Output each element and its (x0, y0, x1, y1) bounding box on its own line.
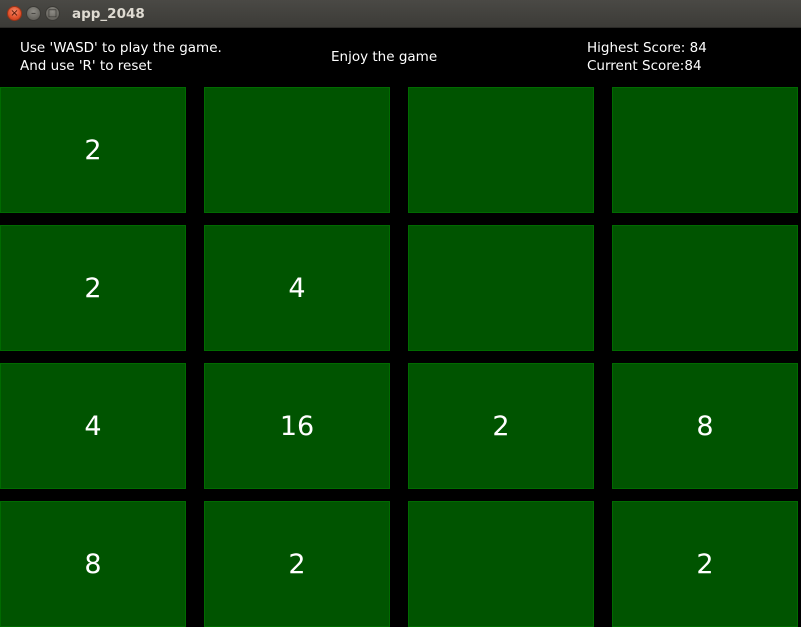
tile: 2 (204, 501, 390, 627)
tile: 2 (408, 363, 594, 489)
title-bar[interactable]: × – □ app_2048 (0, 0, 801, 28)
tile: 8 (0, 501, 186, 627)
tile (204, 87, 390, 213)
highest-score: Highest Score: 84 (587, 40, 707, 56)
tile: 2 (612, 501, 798, 627)
close-button[interactable]: × (7, 6, 22, 21)
current-score: Current Score:84 (587, 58, 702, 74)
game-header: Use 'WASD' to play the game. And use 'R'… (0, 28, 801, 84)
minimize-button[interactable]: – (26, 6, 41, 21)
status-message: Enjoy the game (331, 49, 438, 65)
minimize-icon: – (31, 8, 36, 19)
tile: 4 (204, 225, 390, 351)
tile: 2 (0, 87, 186, 213)
close-icon: × (10, 8, 19, 19)
maximize-button[interactable]: □ (45, 6, 60, 21)
tile (612, 87, 798, 213)
instruction-line-1: Use 'WASD' to play the game. (20, 40, 222, 56)
game-board[interactable]: 2 2 4 4 16 2 8 8 2 2 (0, 87, 801, 627)
app-window: × – □ app_2048 Use 'WASD' to play the ga… (0, 0, 801, 627)
tile: 8 (612, 363, 798, 489)
tile: 2 (0, 225, 186, 351)
window-title: app_2048 (72, 6, 145, 22)
tile (408, 87, 594, 213)
maximize-icon: □ (47, 8, 58, 19)
instructions: Use 'WASD' to play the game. And use 'R'… (20, 39, 222, 75)
tile (612, 225, 798, 351)
instruction-line-2: And use 'R' to reset (20, 58, 152, 74)
tile: 16 (204, 363, 390, 489)
tile (408, 501, 594, 627)
tile: 4 (0, 363, 186, 489)
tile (408, 225, 594, 351)
score-panel: Highest Score: 84 Current Score:84 (587, 39, 707, 75)
